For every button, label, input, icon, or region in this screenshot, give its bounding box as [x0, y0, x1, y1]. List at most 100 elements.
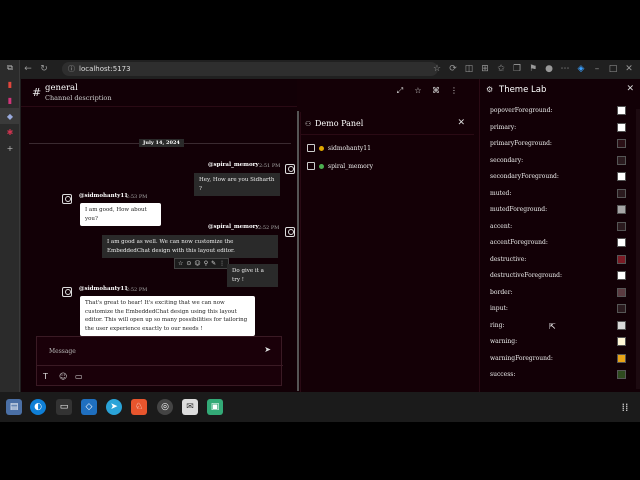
profile-icon[interactable]: ●	[542, 61, 556, 77]
avatar[interactable]	[285, 164, 295, 174]
close-window-icon[interactable]: ✕	[622, 61, 636, 77]
date-chip: July 14, 2024	[139, 139, 184, 147]
avatar[interactable]	[285, 227, 295, 237]
color-swatch[interactable]	[617, 254, 626, 264]
close-icon[interactable]: ✕	[626, 84, 634, 94]
tab-favicon-2[interactable]: ▮	[0, 92, 20, 108]
tab-favicon-1[interactable]: ▮	[0, 76, 20, 92]
vertical-tab-strip: ⧉ ▮ ▮ ◆ ✱ +	[0, 60, 20, 392]
theme-lab-title: Theme Lab	[499, 85, 547, 95]
emoji-icon[interactable]: ☺	[59, 372, 67, 381]
avatar[interactable]	[62, 194, 72, 204]
color-swatch[interactable]	[617, 188, 626, 198]
apps-grid-icon[interactable]: ⁞⁞	[617, 399, 633, 415]
color-swatch[interactable]	[617, 238, 626, 247]
pin-icon[interactable]: ⚲	[204, 260, 208, 267]
mail-icon[interactable]: ✉	[182, 399, 198, 415]
video-icon[interactable]: ▭	[75, 372, 83, 381]
star-header-icon[interactable]: ☆	[413, 86, 423, 96]
terminal-icon[interactable]: ▭	[56, 399, 72, 415]
color-swatch[interactable]	[617, 106, 626, 115]
favorite-icon[interactable]: ☆	[430, 61, 444, 77]
reaction-icon[interactable]: ☺	[194, 260, 200, 267]
scrollbar[interactable]	[636, 109, 640, 389]
color-swatch[interactable]	[617, 155, 626, 165]
message-author[interactable]: @spiral_memory	[208, 162, 259, 168]
obs-icon[interactable]: ◎	[157, 399, 173, 415]
bookmark-icon[interactable]: ⚑	[526, 61, 540, 77]
browser-toolbar: ← ↻ ⓘ localhost:5173 ☆ ⟳ ◫ ⊞ ✩ ❐ ⚑ ● ⋯ ◈…	[20, 60, 640, 78]
color-swatch[interactable]	[617, 205, 626, 214]
color-swatch[interactable]	[617, 122, 626, 132]
theme-color-label: accentForeground:	[490, 239, 548, 246]
collections-icon[interactable]: ❐	[510, 61, 524, 77]
back-icon[interactable]: ←	[20, 61, 36, 77]
notes-icon[interactable]: ▣	[207, 399, 223, 415]
copilot-icon[interactable]: ◈	[574, 61, 588, 77]
member-item[interactable]: sidmohanty11	[307, 144, 371, 152]
url-text: localhost:5173	[79, 65, 131, 73]
send-icon[interactable]: ➤	[264, 345, 271, 354]
file-explorer-icon[interactable]: ▤	[6, 399, 22, 415]
new-tab-icon[interactable]: +	[0, 140, 20, 156]
telegram-icon[interactable]: ➤	[106, 399, 122, 415]
theme-color-row: accentForeground:	[490, 237, 626, 249]
thread-icon[interactable]: ⊙	[186, 260, 191, 267]
edit-icon[interactable]: ✎	[211, 260, 216, 267]
extensions-icon[interactable]: ⊞	[478, 61, 492, 77]
theme-color-row: success:	[490, 369, 626, 381]
tab-actions-icon[interactable]: ⧉	[0, 60, 20, 76]
tab-favicon-3[interactable]: ✱	[0, 124, 20, 140]
star-icon[interactable]: ☆	[178, 260, 183, 267]
theme-color-row: destructive:	[490, 254, 626, 266]
refresh-icon[interactable]: ⟳	[446, 61, 460, 77]
edge-browser-icon[interactable]: ◐	[30, 399, 46, 415]
attachment-icon[interactable]: ⌘	[431, 86, 441, 96]
brave-icon[interactable]: ♘	[131, 399, 147, 415]
color-swatch[interactable]	[617, 287, 626, 297]
color-swatch[interactable]	[617, 370, 626, 379]
message-bubble: That's great to hear! It's exciting that…	[80, 296, 255, 336]
color-swatch[interactable]	[617, 172, 626, 181]
favorites-bar-icon[interactable]: ✩	[494, 61, 508, 77]
panel-resize-handle[interactable]	[297, 111, 299, 391]
message-author[interactable]: @sidmohanty11	[79, 193, 128, 199]
reload-icon[interactable]: ↻	[36, 61, 52, 77]
split-screen-icon[interactable]: ◫	[462, 61, 476, 77]
message-bubble: I am good, How about you?	[80, 203, 161, 226]
user-icon	[307, 144, 315, 152]
theme-lab-panel: ⚙ Theme Lab ✕ popoverForeground: primary:…	[479, 79, 640, 392]
message-time: 2:51 PM	[259, 163, 281, 169]
more-icon[interactable]: ⋯	[558, 61, 572, 77]
kebab-menu-icon[interactable]: ⋮	[449, 86, 459, 96]
color-swatch[interactable]	[617, 304, 626, 313]
message-input[interactable]: Message	[49, 348, 76, 355]
close-icon[interactable]: ✕	[457, 118, 465, 128]
theme-color-label: success:	[490, 371, 516, 378]
color-swatch[interactable]	[617, 271, 626, 280]
theme-color-label: warning:	[490, 338, 518, 345]
format-text-icon[interactable]: T	[43, 372, 48, 381]
expand-icon[interactable]: ⤢	[395, 86, 405, 96]
address-bar[interactable]: ⓘ localhost:5173	[62, 62, 438, 76]
avatar[interactable]	[62, 287, 72, 297]
vscode-icon[interactable]: ◇	[81, 399, 97, 415]
message-author[interactable]: @sidmohanty11	[79, 286, 128, 292]
color-swatch[interactable]	[617, 139, 626, 148]
tab-favicon-active[interactable]: ◆	[0, 108, 20, 124]
more-actions-icon[interactable]: ⋮	[219, 260, 225, 267]
theme-color-label: primary:	[490, 123, 517, 131]
channel-description: Channel description	[45, 94, 112, 102]
minimize-icon[interactable]: –	[590, 61, 604, 77]
color-swatch[interactable]	[617, 353, 626, 363]
color-swatch[interactable]	[617, 320, 626, 330]
member-item[interactable]: spiral_memory	[307, 162, 373, 170]
message-time: 2:52 PM	[126, 287, 148, 293]
maximize-icon[interactable]: □	[606, 61, 620, 77]
message-author[interactable]: @spiral_memory	[208, 224, 259, 230]
color-swatch[interactable]	[617, 221, 626, 231]
theme-color-row: warning:	[490, 336, 626, 348]
embedded-chat-app: # general Channel description July 14, 2…	[21, 79, 640, 392]
chat-panel: # general Channel description July 14, 2…	[21, 79, 297, 392]
color-swatch[interactable]	[617, 337, 626, 346]
